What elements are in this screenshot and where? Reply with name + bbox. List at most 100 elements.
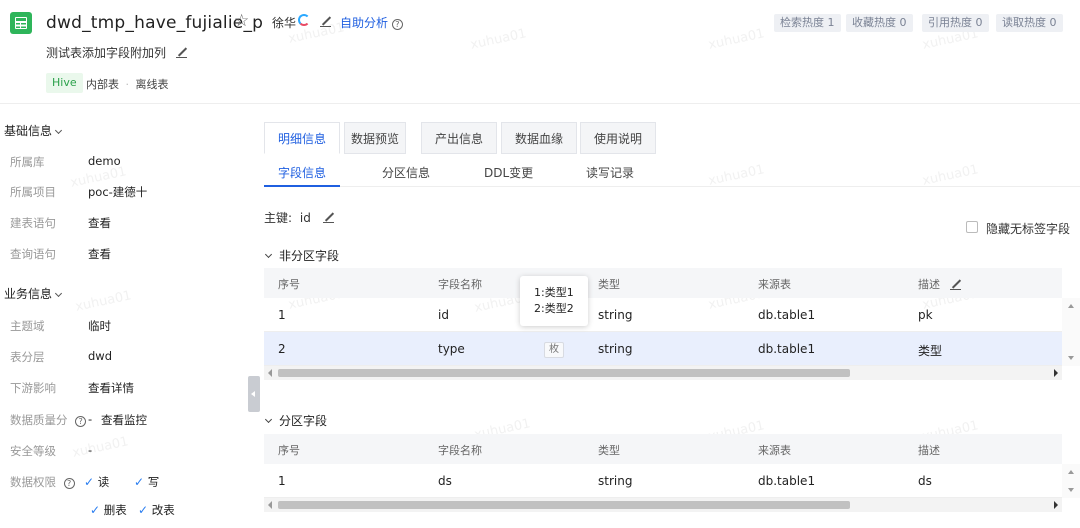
info-label: 下游影响 [10,381,56,395]
tab-data-lineage[interactable]: 数据血缘 [501,122,577,154]
cell-name: ds [438,474,452,488]
info-label: 所属库 [10,155,45,169]
cell-no: 1 [278,474,286,488]
subtab-partition-info[interactable]: 分区信息 [382,164,430,181]
table-row[interactable]: 1 ds string db.table1 ds [264,464,1062,498]
table-description: 测试表添加字段附加列 [46,44,187,61]
info-label: 表分层 [10,350,45,364]
col-header-name: 字段名称 [438,278,482,291]
cell-desc: pk [918,308,933,322]
horizontal-scrollbar[interactable] [264,366,1062,380]
view-create-sql-link[interactable]: 查看 [88,215,111,231]
col-header-name: 字段名称 [438,444,482,457]
non-partition-title: 非分区字段 [279,249,340,263]
partition-toggle[interactable]: 分区字段 [264,412,327,429]
chevron-down-icon [264,250,273,259]
storage-tag: Hive [46,73,83,93]
table-name-title: dwd_tmp_have_fujialie_p [46,13,264,33]
table-layer-value: dwd [88,349,113,363]
primary-key-value: id [299,211,311,225]
non-partition-toggle[interactable]: 非分区字段 [264,247,340,264]
watermark: xuhua01 [707,162,766,189]
tab-data-preview[interactable]: 数据预览 [344,122,406,154]
help-icon[interactable]: ? [391,19,403,30]
refresh-icon[interactable] [298,14,310,26]
tab-detail-info[interactable]: 明细信息 [264,122,340,154]
read-heat-badge: 读取热度 0 [996,14,1063,32]
edit-primary-key-icon[interactable] [322,211,334,223]
info-label: 所属项目 [10,185,56,199]
chevron-down-icon [54,126,63,135]
cell-source: db.table1 [758,308,816,322]
business-info-toggle[interactable]: 业务信息 [4,285,63,302]
table-icon [10,12,32,34]
permission-alter: ✓ 改表 [138,503,175,517]
cell-no: 1 [278,308,286,322]
quality-score-label: 数据质量分 ? [10,412,87,428]
enum-badge[interactable]: 枚 [544,342,564,358]
primary-key-label: 主键: [264,211,293,225]
star-icon[interactable]: ☆ [234,11,249,31]
help-icon[interactable]: ? [63,478,75,489]
watermark: xuhua01 [921,162,980,189]
col-header-no: 序号 [278,444,300,457]
subtab-ddl-changes[interactable]: DDL变更 [484,164,533,181]
hide-untagged-checkbox[interactable] [966,221,978,233]
cell-name: id [438,308,449,322]
non-partition-table-header: 序号 字段名称 类型 来源表 描述 [264,268,1062,298]
help-icon[interactable]: ? [75,416,87,427]
collapse-sidebar-handle[interactable] [248,376,260,412]
quality-score-value: - [88,412,93,426]
vertical-scrollbar[interactable] [1062,298,1080,366]
cell-type: string [598,308,633,322]
col-header-type: 类型 [598,278,620,291]
cell-name: type [438,342,465,356]
subtab-rw-records[interactable]: 读写记录 [586,164,634,181]
partition-table-header: 序号 字段名称 类型 来源表 描述 [264,434,1062,464]
hide-untagged-label[interactable]: 隐藏无标签字段 [986,220,1070,237]
check-icon: ✓ [134,475,145,489]
edit-description-icon[interactable] [175,46,187,58]
auto-analysis-link[interactable]: 自助分析 ? [340,14,403,31]
cell-type: string [598,474,633,488]
col-header-desc: 描述 [918,278,940,291]
subtab-field-info[interactable]: 字段信息 [278,164,326,181]
chevron-down-icon [54,289,63,298]
vertical-scrollbar[interactable] [1062,464,1080,498]
permission-read: ✓ 读 [84,475,110,489]
project-value: poc-建德十 [88,185,148,199]
database-value: demo [88,154,121,168]
cell-desc: 类型 [918,344,943,358]
tab-output-info[interactable]: 产出信息 [421,122,497,154]
view-monitor-link[interactable]: 查看监控 [101,412,147,428]
subtab-active-indicator [264,185,340,187]
table-description-text: 测试表添加字段附加列 [46,46,167,60]
subtab-divider [264,186,1080,187]
info-label: 建表语句 [10,216,56,230]
permission-label-text: 数据权限 [10,475,56,489]
auto-analysis-label[interactable]: 自助分析 [340,16,388,30]
edit-desc-icon[interactable] [950,278,961,290]
info-label: 查询语句 [10,247,56,261]
watermark: xuhua01 [74,288,133,315]
table-row[interactable]: 1 id string db.table1 pk [264,298,1062,332]
basic-info-toggle[interactable]: 基础信息 [4,122,63,139]
table-row[interactable]: 2 type string db.table1 类型 [264,332,1062,366]
permission-write: ✓ 写 [134,475,160,489]
cell-type: string [598,342,633,356]
tooltip-line: 2:类型2 [534,302,574,315]
horizontal-scrollbar[interactable] [264,498,1062,512]
col-header-desc: 描述 [918,444,940,457]
view-query-sql-link[interactable]: 查看 [88,246,111,262]
info-label: 安全等级 [10,444,56,458]
info-label: 主题域 [10,319,45,333]
table-type-internal: 内部表 [86,78,119,91]
cell-source: db.table1 [758,474,816,488]
check-icon: ✓ [138,503,149,517]
favorite-heat-badge: 收藏热度 0 [846,14,913,32]
reference-heat-badge: 引用热度 0 [922,14,989,32]
quality-score-label-text: 数据质量分 [10,413,68,427]
downstream-detail-link[interactable]: 查看详情 [88,380,134,396]
tab-usage-notes[interactable]: 使用说明 [580,122,656,154]
edit-owner-icon[interactable] [320,15,331,29]
